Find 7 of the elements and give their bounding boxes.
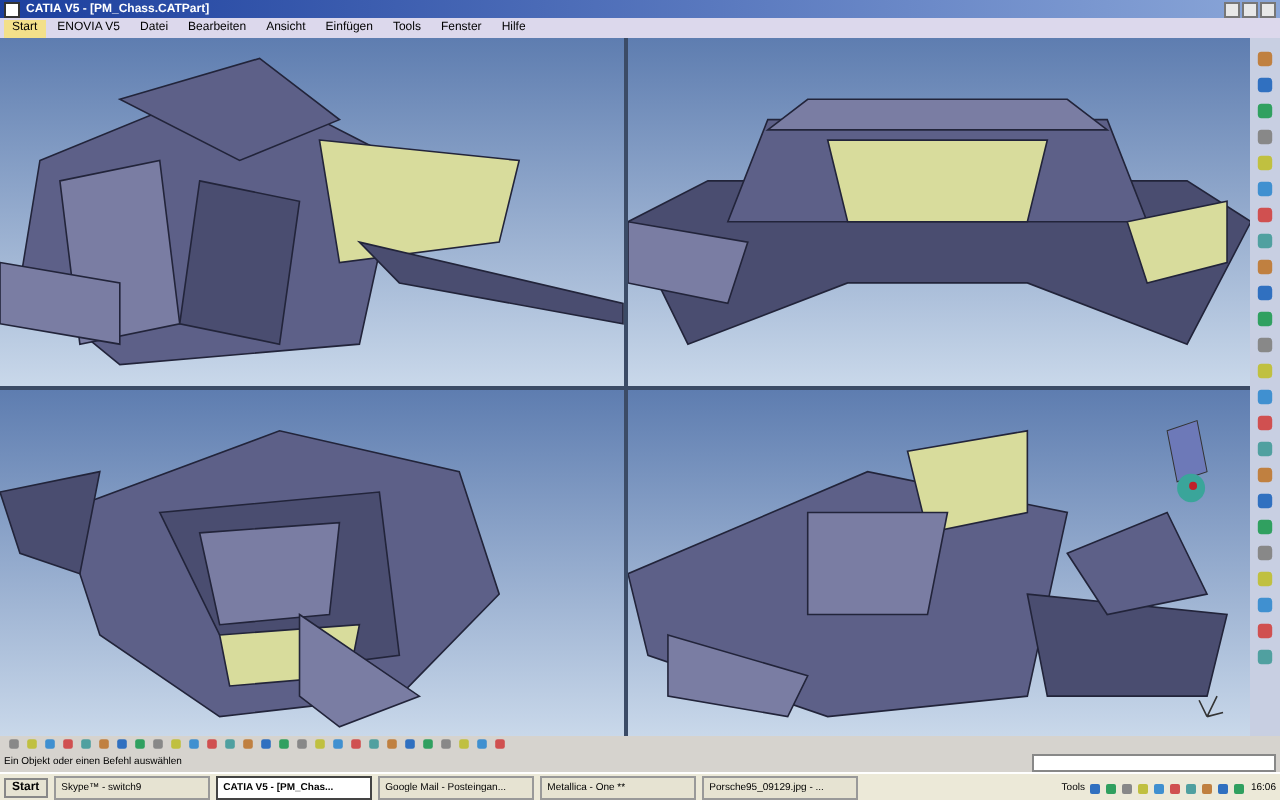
command-input-field[interactable] bbox=[1032, 753, 1276, 771]
compass-icon[interactable] bbox=[1165, 418, 1207, 502]
axis-triad-icon bbox=[1197, 694, 1223, 717]
close-button[interactable] bbox=[1260, 1, 1276, 17]
maximize-button[interactable] bbox=[1242, 1, 1258, 17]
app-icon bbox=[4, 1, 20, 17]
minimize-button[interactable] bbox=[1224, 1, 1240, 17]
